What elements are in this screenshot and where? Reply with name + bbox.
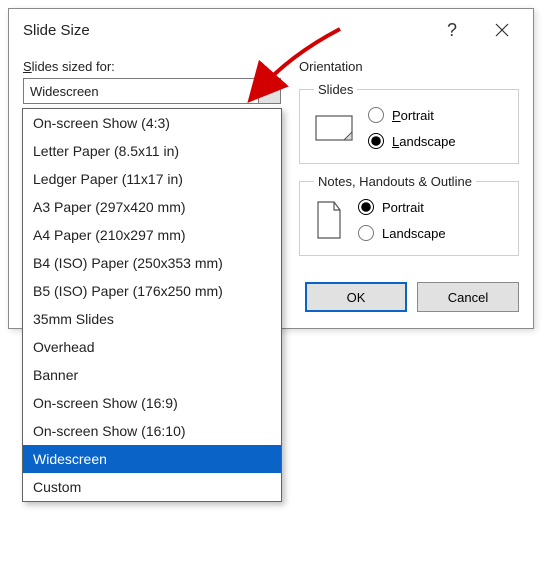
dropdown-item[interactable]: B5 (ISO) Paper (176x250 mm) (23, 277, 281, 305)
dropdown-item[interactable]: Overhead (23, 333, 281, 361)
dropdown-item[interactable]: A4 Paper (210x297 mm) (23, 221, 281, 249)
chevron-down-icon (265, 88, 275, 94)
slides-landscape-radio[interactable]: Landscape (368, 133, 456, 149)
notes-orientation-group: Notes, Handouts & Outline Portrait (299, 174, 519, 256)
slides-orientation-group: Slides Portrait Landscape (299, 82, 519, 164)
dropdown-item[interactable]: Custom (23, 473, 281, 501)
combo-dropdown-button[interactable] (258, 79, 280, 103)
slides-sized-for-combo[interactable]: Widescreen (23, 78, 281, 104)
help-icon: ? (447, 20, 457, 41)
slides-legend: Slides (314, 82, 357, 97)
dropdown-item[interactable]: Ledger Paper (11x17 in) (23, 165, 281, 193)
page-portrait-icon (314, 200, 344, 240)
slides-portrait-radio[interactable]: Portrait (368, 107, 456, 123)
notes-portrait-radio[interactable]: Portrait (358, 199, 446, 215)
dropdown-item[interactable]: Widescreen (23, 445, 281, 473)
dropdown-item[interactable]: On-screen Show (16:10) (23, 417, 281, 445)
dropdown-item[interactable]: On-screen Show (16:9) (23, 389, 281, 417)
ok-button[interactable]: OK (305, 282, 407, 312)
help-button[interactable]: ? (427, 11, 477, 49)
dropdown-item[interactable]: 35mm Slides (23, 305, 281, 333)
titlebar: Slide Size ? (9, 9, 533, 51)
notes-legend: Notes, Handouts & Outline (314, 174, 476, 189)
orientation-label: Orientation (299, 59, 519, 74)
dialog-title: Slide Size (23, 22, 90, 39)
slide-landscape-icon (314, 112, 354, 144)
close-button[interactable] (477, 11, 527, 49)
slides-sized-for-label: Slides sized for: (23, 59, 281, 74)
dropdown-item[interactable]: A3 Paper (297x420 mm) (23, 193, 281, 221)
combo-value: Widescreen (24, 79, 258, 103)
dropdown-item[interactable]: Banner (23, 361, 281, 389)
notes-landscape-radio[interactable]: Landscape (358, 225, 446, 241)
dropdown-item[interactable]: Letter Paper (8.5x11 in) (23, 137, 281, 165)
dropdown-item[interactable]: On-screen Show (4:3) (23, 109, 281, 137)
slides-sized-for-dropdown[interactable]: On-screen Show (4:3)Letter Paper (8.5x11… (22, 108, 282, 502)
close-icon (494, 22, 510, 38)
dropdown-item[interactable]: B4 (ISO) Paper (250x353 mm) (23, 249, 281, 277)
cancel-button[interactable]: Cancel (417, 282, 519, 312)
